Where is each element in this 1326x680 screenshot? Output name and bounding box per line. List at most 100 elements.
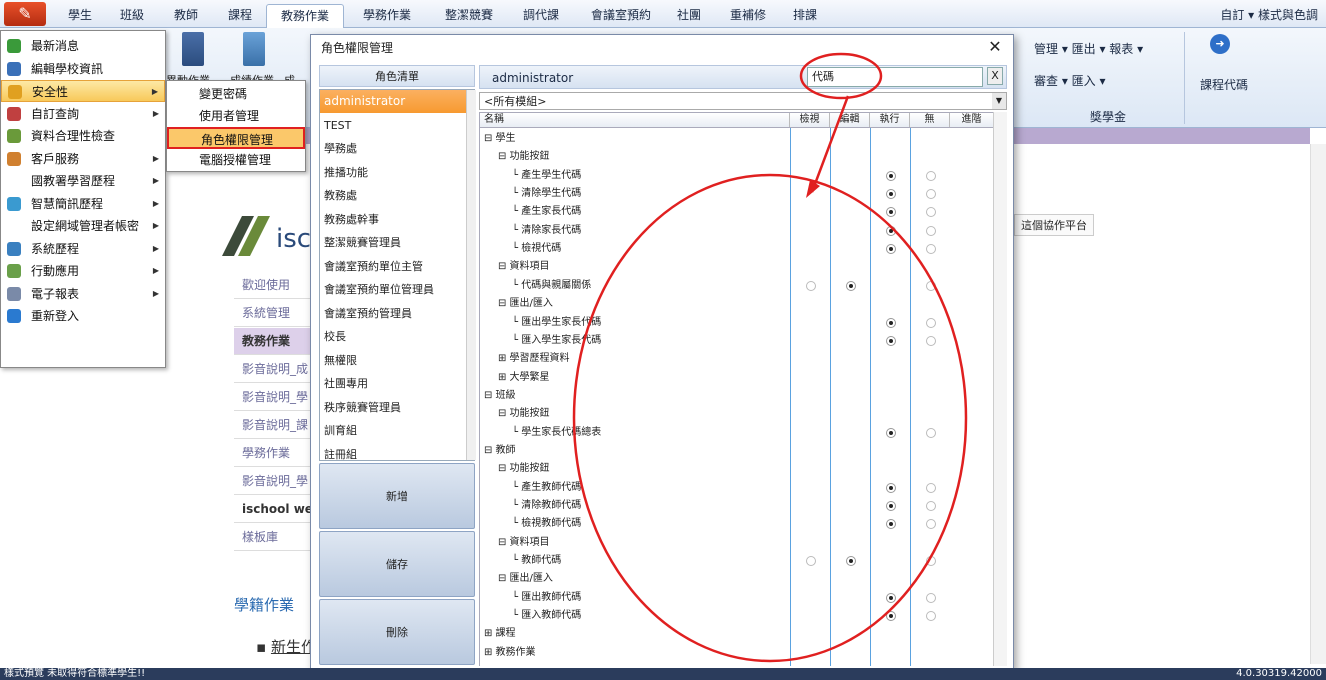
permission-radio[interactable]: [926, 317, 936, 328]
menu-tab-1[interactable]: 班級: [110, 4, 154, 28]
search-clear-button[interactable]: X: [987, 67, 1003, 85]
permission-radio[interactable]: [926, 556, 936, 567]
delete-button[interactable]: 刪除: [319, 599, 475, 665]
page-nav-row-3[interactable]: 影音說明_成: [234, 356, 314, 383]
tree-label[interactable]: ⊟ 匯出/匯入: [498, 295, 553, 313]
permission-radio[interactable]: [886, 482, 896, 493]
tree-label[interactable]: ⊞ 學習歷程資料: [498, 350, 570, 368]
permission-radio[interactable]: [926, 501, 936, 511]
chevron-down-icon[interactable]: ▼: [992, 93, 1006, 109]
tree-label[interactable]: └ 教師代碼: [512, 552, 561, 570]
permission-radio[interactable]: [806, 556, 816, 567]
search-input[interactable]: 代碼: [807, 67, 983, 87]
permission-radio[interactable]: [886, 207, 896, 218]
page-scrollbar[interactable]: [1310, 144, 1326, 664]
permission-radio[interactable]: [886, 170, 896, 181]
permission-radio[interactable]: [846, 556, 856, 567]
tree-label[interactable]: ⊞ 教務作業: [484, 644, 536, 662]
menu-tab-3[interactable]: 課程: [218, 4, 262, 28]
tree-label[interactable]: └ 產生學生代碼: [512, 167, 581, 185]
permission-radio[interactable]: [926, 335, 936, 346]
menu-tab-7[interactable]: 調代課: [512, 4, 570, 28]
tree-label[interactable]: └ 匯入學生家長代碼: [512, 332, 601, 350]
menu-tab-5[interactable]: 學務作業: [349, 4, 425, 28]
role-item-14[interactable]: 訓育組: [320, 419, 466, 442]
page-nav-row-0[interactable]: 歡迎使用: [234, 272, 314, 299]
grid-scrollbar[interactable]: [993, 112, 1007, 666]
permission-radio[interactable]: [846, 280, 856, 291]
page-nav-row-5[interactable]: 影音說明_課: [234, 412, 314, 439]
left-menu-item-0[interactable]: 最新消息: [1, 35, 165, 57]
permission-radio[interactable]: [886, 225, 896, 236]
tree-label[interactable]: ⊟ 資料項目: [498, 534, 550, 552]
role-item-2[interactable]: 學務處: [320, 137, 466, 160]
tree-label[interactable]: └ 產生家長代碼: [512, 203, 581, 221]
course-code-button[interactable]: 課程代碼: [1200, 76, 1248, 93]
role-item-1[interactable]: TEST: [320, 114, 466, 137]
platform-button[interactable]: 這個協作平台: [1014, 214, 1094, 236]
role-item-5[interactable]: 教務處幹事: [320, 208, 466, 231]
menu-tab-0[interactable]: 學生: [56, 4, 104, 28]
permission-radio[interactable]: [926, 482, 936, 493]
permission-radio[interactable]: [886, 189, 896, 200]
submenu-item-3[interactable]: 電腦授權管理: [167, 149, 305, 171]
tree-label[interactable]: └ 學生家長代碼總表: [512, 424, 601, 442]
tree-label[interactable]: └ 產生教師代碼: [512, 479, 581, 497]
add-button[interactable]: 新增: [319, 463, 475, 529]
page-nav-row-6[interactable]: 學務作業: [234, 440, 314, 467]
tree-label[interactable]: └ 清除家長代碼: [512, 222, 581, 240]
close-icon[interactable]: ✕: [985, 37, 1005, 57]
style-theme-menu[interactable]: 自訂 ▾ 樣式與色調: [1220, 6, 1318, 23]
menu-tab-2[interactable]: 教師: [164, 4, 208, 28]
permission-radio[interactable]: [926, 519, 936, 530]
permission-radio[interactable]: [886, 244, 896, 255]
tree-label[interactable]: └ 檢視教師代碼: [512, 515, 581, 533]
menu-tab-11[interactable]: 排課: [784, 4, 826, 28]
permission-radio[interactable]: [886, 592, 896, 603]
permission-radio[interactable]: [926, 592, 936, 603]
tree-label[interactable]: ⊟ 功能按鈕: [498, 405, 550, 423]
tree-label[interactable]: └ 匯出學生家長代碼: [512, 314, 601, 332]
app-menu-button[interactable]: ✎: [4, 2, 46, 26]
role-item-7[interactable]: 會議室預約單位主管: [320, 255, 466, 278]
tree-label[interactable]: ⊟ 資料項目: [498, 258, 550, 276]
permission-radio[interactable]: [926, 170, 936, 181]
role-item-11[interactable]: 無權限: [320, 349, 466, 372]
permission-radio[interactable]: [926, 427, 936, 438]
permission-radio[interactable]: [886, 427, 896, 438]
permission-radio[interactable]: [926, 207, 936, 218]
menu-tab-8[interactable]: 會議室預約: [575, 4, 667, 28]
permission-radio[interactable]: [926, 225, 936, 236]
role-scrollbar[interactable]: [466, 90, 476, 460]
permission-radio[interactable]: [886, 501, 896, 511]
tree-label[interactable]: ⊟ 功能按鈕: [498, 460, 550, 478]
left-menu-item-9[interactable]: 系統歷程 ▶: [1, 238, 165, 260]
page-nav-row-2[interactable]: 教務作業: [234, 328, 314, 355]
left-menu-item-4[interactable]: 資料合理性檢查: [1, 125, 165, 147]
module-select[interactable]: <所有模組> ▼: [479, 92, 1007, 110]
menu-tab-4[interactable]: 教務作業: [266, 4, 344, 28]
ribbon-review-row[interactable]: 審查 ▾ 匯入 ▾: [1034, 72, 1106, 89]
save-button[interactable]: 儲存: [319, 531, 475, 597]
submenu-item-0[interactable]: 變更密碼: [167, 83, 305, 105]
role-item-13[interactable]: 秩序競賽管理員: [320, 396, 466, 419]
tree-label[interactable]: ⊟ 匯出/匯入: [498, 570, 553, 588]
tree-label[interactable]: └ 代碼與親屬關係: [512, 277, 591, 295]
page-nav-row-1[interactable]: 系統管理: [234, 300, 314, 327]
left-menu-item-10[interactable]: 行動應用 ▶: [1, 260, 165, 282]
left-menu-item-12[interactable]: 重新登入: [1, 305, 165, 327]
role-item-4[interactable]: 教務處: [320, 184, 466, 207]
left-menu-item-7[interactable]: 智慧簡訊歷程 ▶: [1, 193, 165, 215]
permission-radio[interactable]: [886, 611, 896, 622]
role-item-10[interactable]: 校長: [320, 325, 466, 348]
tree-label[interactable]: └ 匯入教師代碼: [512, 607, 581, 625]
tree-label[interactable]: ⊞ 課程: [484, 625, 516, 643]
tree-label[interactable]: ⊟ 功能按鈕: [498, 148, 550, 166]
calculator-icon[interactable]: [243, 32, 265, 66]
permission-radio[interactable]: [886, 317, 896, 328]
tree-label[interactable]: ⊟ 班級: [484, 387, 516, 405]
role-item-6[interactable]: 整潔競賽管理員: [320, 231, 466, 254]
left-menu-item-6[interactable]: 國教署學習歷程 ▶: [1, 170, 165, 192]
tree-label[interactable]: └ 清除教師代碼: [512, 497, 581, 515]
role-item-8[interactable]: 會議室預約單位管理員: [320, 278, 466, 301]
